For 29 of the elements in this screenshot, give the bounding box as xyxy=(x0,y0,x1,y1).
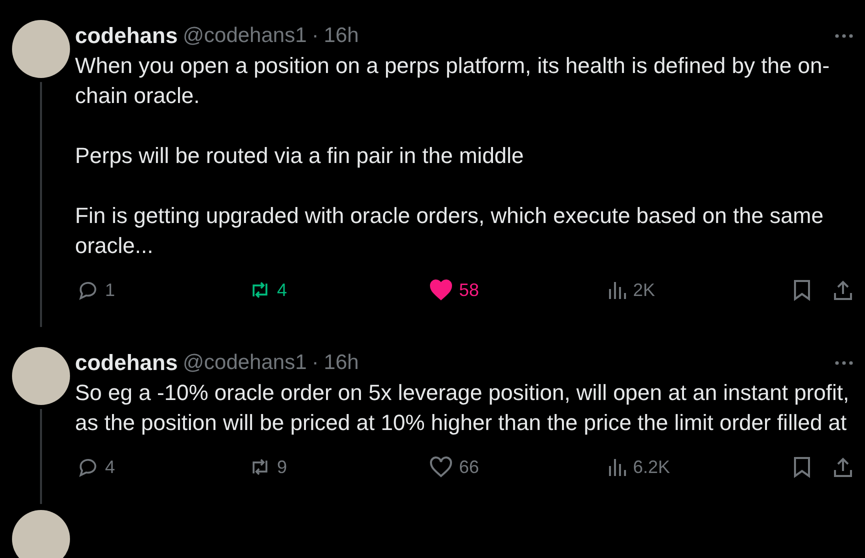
separator: · xyxy=(312,351,319,375)
bar-chart-icon xyxy=(607,457,627,477)
more-icon[interactable] xyxy=(834,360,854,366)
heart-icon xyxy=(429,456,453,478)
speech-bubble-icon xyxy=(77,456,99,478)
speech-bubble-icon xyxy=(77,279,99,301)
author-name[interactable]: codehans xyxy=(75,350,178,376)
repost-button[interactable]: 9 xyxy=(247,456,288,478)
author-handle[interactable]: @codehans1 xyxy=(182,24,307,48)
reply-button[interactable]: 4 xyxy=(75,456,116,478)
post-text: Perps will be routed via a fin pair in the middle xyxy=(75,142,525,170)
heart-icon xyxy=(429,279,453,301)
repost-button[interactable]: 4 xyxy=(247,279,288,301)
bar-chart-icon xyxy=(607,280,627,300)
author-handle[interactable]: @codehans1 xyxy=(182,351,307,375)
like-button[interactable]: 66 xyxy=(427,456,480,478)
like-button[interactable]: 58 xyxy=(427,279,480,301)
avatar[interactable] xyxy=(12,510,70,558)
views-button[interactable]: 6.2K xyxy=(605,456,670,478)
post-text: When you open a position on a perps platform, its health is defined by the on-chain oracle. xyxy=(75,52,831,110)
reply-button[interactable]: 1 xyxy=(75,279,116,301)
post-text: So eg a -10% oracle order on 5x leverage position, will open at an instant profit, as the position will be priced at 10% higher than the price the limit order filled at xyxy=(75,379,850,437)
separator: · xyxy=(312,24,319,48)
post-time[interactable]: 16h xyxy=(324,24,359,48)
post-time[interactable]: 16h xyxy=(324,351,359,375)
post-text: Fin is getting upgraded with oracle orders, which execute based on the same oracle... xyxy=(75,202,824,260)
author-name[interactable]: codehans xyxy=(75,23,178,49)
more-icon[interactable] xyxy=(834,33,854,39)
views-button[interactable]: 2K xyxy=(605,280,656,300)
